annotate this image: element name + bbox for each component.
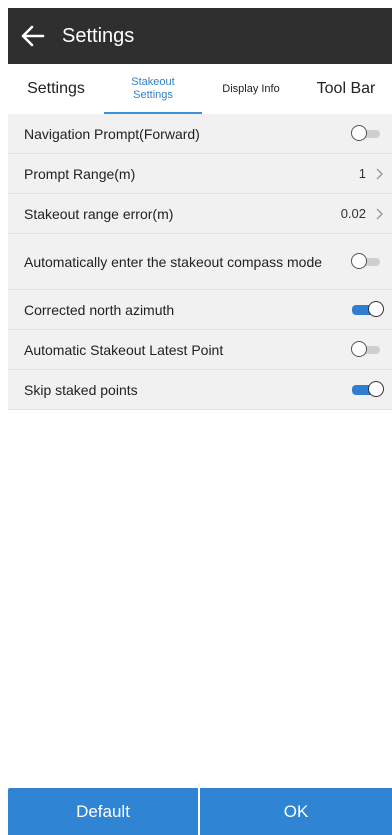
auto-compass-mode-toggle[interactable]: [350, 252, 384, 272]
toggle-knob: [368, 380, 384, 397]
setting-label: Corrected north azimuth: [24, 301, 175, 318]
app-window: Settings Settings Stakeout Settings Disp…: [8, 8, 392, 835]
chevron-right-icon: [374, 208, 384, 220]
ok-button[interactable]: OK: [200, 788, 392, 835]
tab-bar: Settings Stakeout Settings Display Info …: [8, 64, 392, 114]
tab-tool-bar[interactable]: Tool Bar: [300, 64, 392, 114]
tab-label: Tool Bar: [316, 80, 376, 97]
setting-label: Navigation Prompt(Forward): [24, 125, 200, 142]
setting-label: Prompt Range(m): [24, 165, 136, 182]
stakeout-range-error-value: 0.02: [340, 206, 366, 221]
navigation-prompt-toggle[interactable]: [350, 124, 384, 144]
default-button[interactable]: Default: [8, 788, 198, 835]
setting-label: Stakeout range error(m): [24, 205, 174, 222]
toggle-knob: [368, 300, 384, 317]
toggle-knob: [351, 252, 367, 269]
tab-label: Settings: [27, 80, 85, 97]
title-bar: Settings: [8, 8, 392, 64]
auto-stakeout-latest-toggle[interactable]: [350, 340, 384, 360]
prompt-range-value: 1: [358, 166, 366, 181]
corrected-north-azimuth-toggle[interactable]: [350, 300, 384, 320]
setting-row-auto-compass-mode[interactable]: Automatically enter the stakeout compass…: [8, 234, 392, 290]
bottom-button-bar: Default OK: [8, 788, 392, 835]
settings-list: Navigation Prompt(Forward) Prompt Range(…: [8, 114, 392, 410]
toggle-knob: [351, 340, 367, 357]
setting-label: Automatically enter the stakeout compass…: [24, 253, 323, 270]
setting-row-navigation-prompt[interactable]: Navigation Prompt(Forward): [8, 114, 392, 154]
tab-label: Display Info: [222, 83, 280, 95]
setting-value-group: 0.02: [341, 206, 384, 221]
page-title: Settings: [62, 24, 135, 47]
setting-row-corrected-north-azimuth[interactable]: Corrected north azimuth: [8, 290, 392, 330]
tab-settings[interactable]: Settings: [8, 64, 104, 114]
setting-row-prompt-range[interactable]: Prompt Range(m) 1: [8, 154, 392, 194]
setting-label: Automatic Stakeout Latest Point: [24, 341, 224, 358]
setting-row-skip-staked-points[interactable]: Skip staked points: [8, 370, 392, 410]
back-arrow-icon[interactable]: [20, 23, 46, 49]
skip-staked-points-toggle[interactable]: [350, 380, 384, 400]
tab-display-info[interactable]: Display Info: [202, 64, 300, 114]
setting-row-auto-stakeout-latest[interactable]: Automatic Stakeout Latest Point: [8, 330, 392, 370]
toggle-knob: [351, 124, 367, 141]
setting-label: Skip staked points: [24, 381, 138, 398]
setting-row-stakeout-range-error[interactable]: Stakeout range error(m) 0.02: [8, 194, 392, 234]
chevron-right-icon: [374, 168, 384, 180]
setting-value-group: 1: [359, 166, 384, 181]
tab-label: Stakeout Settings: [131, 76, 175, 101]
tab-stakeout-settings[interactable]: Stakeout Settings: [104, 64, 202, 114]
